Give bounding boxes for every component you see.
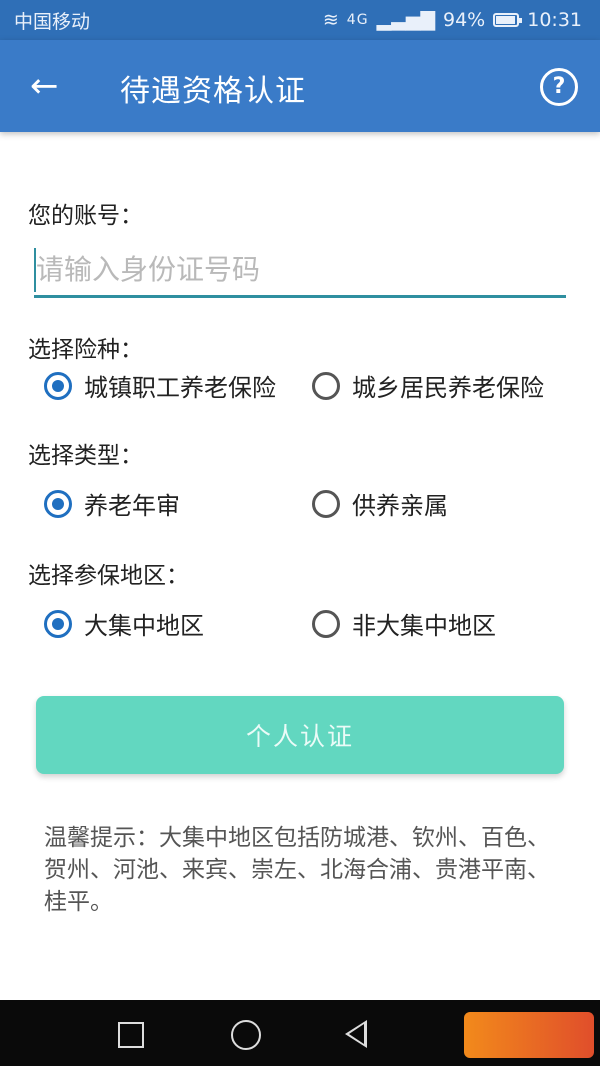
warm-tip-text: 温馨提示：大集中地区包括防城港、钦州、百色、贺州、河池、来宾、崇左、北海合浦、贵…	[44, 825, 550, 915]
wifi-icon: ≋	[322, 9, 339, 31]
type-label: 选择类型：	[28, 443, 143, 469]
region-group: 大集中地区 非大集中地区	[0, 606, 600, 650]
radio-urban-employee-pension[interactable]: 城镇职工养老保险	[44, 368, 276, 403]
network-type-label: 4G	[346, 12, 369, 28]
radio-unchecked-icon	[312, 609, 340, 638]
recent-apps-icon[interactable]	[118, 1022, 144, 1048]
region-label: 选择参保地区：	[28, 563, 189, 589]
insurance-type-label: 选择险种：	[28, 337, 143, 363]
insurance-type-group: 城镇职工养老保险 城乡居民养老保险	[0, 368, 600, 412]
type-group: 养老年审 供养亲属	[0, 486, 600, 530]
arrow-left-icon[interactable]: ←	[30, 64, 66, 108]
radio-unchecked-icon	[312, 489, 340, 518]
radio-checked-icon	[44, 489, 72, 518]
radio-label: 城乡居民养老保险	[352, 374, 544, 402]
radio-label: 大集中地区	[84, 612, 204, 640]
account-label: 您的账号：	[28, 203, 143, 229]
radio-label: 非大集中地区	[352, 612, 496, 640]
help-circle-icon[interactable]: ?	[540, 68, 578, 106]
page-title: 待遇资格认证	[120, 74, 306, 109]
radio-urban-rural-resident-pension[interactable]: 城乡居民养老保险	[312, 368, 544, 403]
back-triangle-icon[interactable]	[345, 1020, 367, 1048]
radio-unchecked-icon	[312, 371, 340, 400]
watermark-logo	[464, 1012, 594, 1058]
input-underline	[34, 295, 566, 298]
radio-dependent-relatives[interactable]: 供养亲属	[312, 486, 448, 521]
radio-label: 供养亲属	[352, 492, 448, 520]
radio-non-centralized-region[interactable]: 非大集中地区	[312, 606, 496, 641]
account-input-wrapper	[34, 244, 568, 298]
radio-checked-icon	[44, 371, 72, 400]
status-icons: ≋ 4G ▂▃▅▇ 94% 10:31	[323, 9, 582, 31]
battery-icon	[493, 13, 523, 27]
app-bar: ← 待遇资格认证 ?	[0, 40, 600, 132]
radio-centralized-region[interactable]: 大集中地区	[44, 606, 204, 641]
clock: 10:31	[527, 9, 582, 31]
text-cursor	[34, 248, 36, 292]
radio-label: 城镇职工养老保险	[84, 374, 276, 402]
radio-label: 养老年审	[84, 492, 180, 520]
status-bar: 中国移动 ≋ 4G ▂▃▅▇ 94% 10:31	[0, 0, 600, 40]
personal-authentication-button[interactable]: 个人认证	[36, 696, 564, 774]
radio-checked-icon	[44, 609, 72, 638]
battery-percent: 94%	[443, 9, 486, 31]
id-number-input[interactable]	[34, 244, 568, 294]
radio-annual-review[interactable]: 养老年审	[44, 486, 180, 521]
signal-icon: ▂▃▅▇	[376, 9, 435, 31]
carrier-label: 中国移动	[14, 10, 91, 33]
home-icon[interactable]	[231, 1020, 261, 1050]
